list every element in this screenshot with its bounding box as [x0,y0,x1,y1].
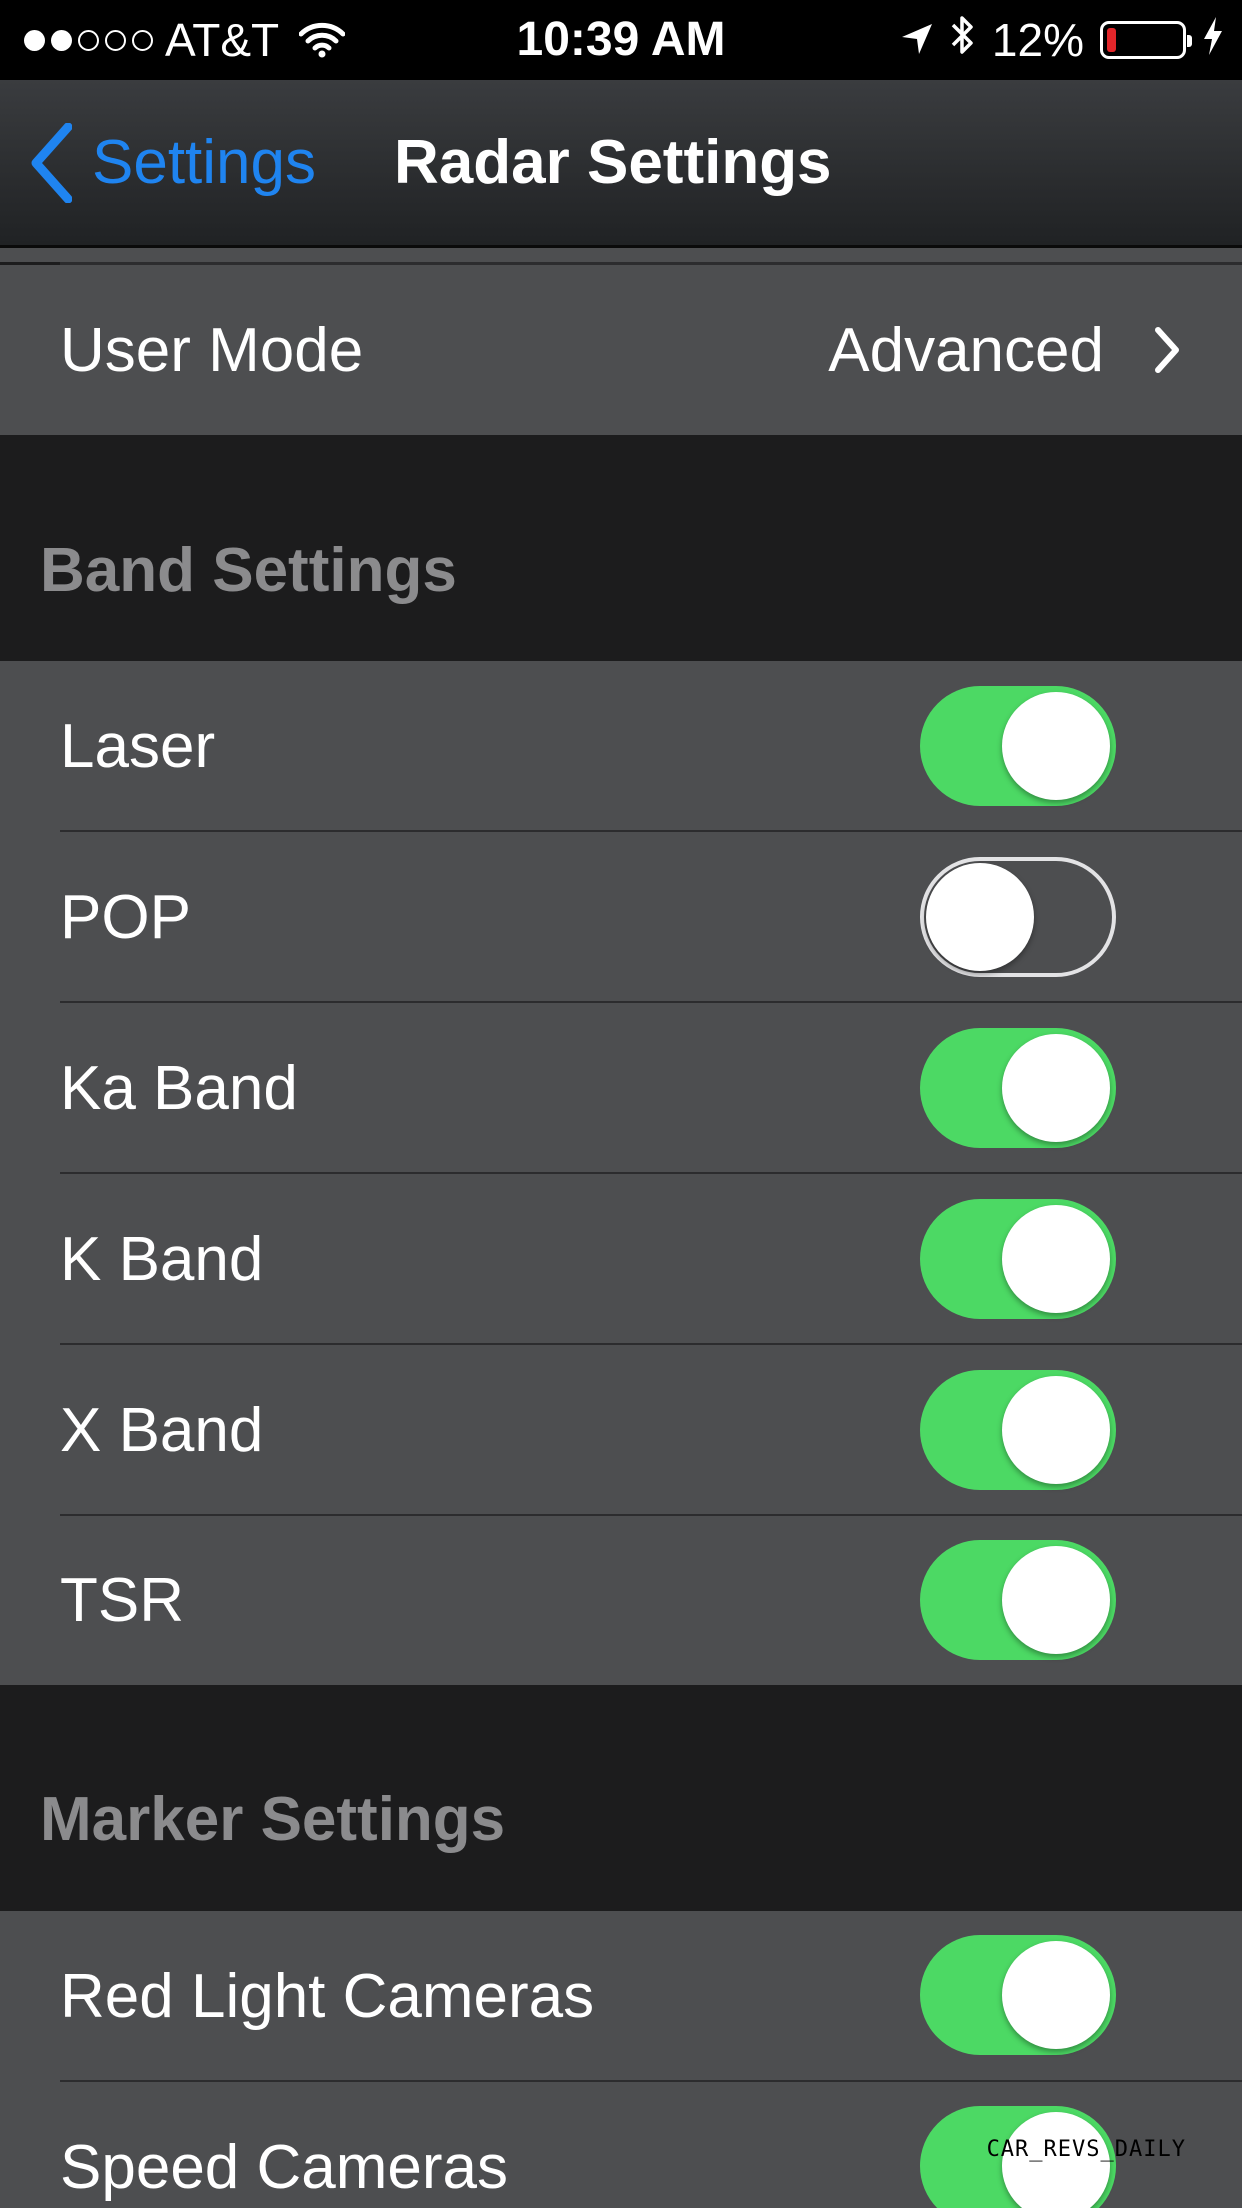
ka-band-toggle[interactable] [920,1028,1116,1148]
band-settings-header: Band Settings [40,536,457,605]
row-label: TSR [60,1566,184,1635]
battery-percent: 12% [991,14,1084,66]
red-light-cameras-toggle[interactable] [920,1935,1116,2055]
row-label: Red Light Cameras [60,1962,595,2031]
row-label: K Band [60,1225,264,1294]
navigation-bar: Settings Radar Settings [0,80,1242,248]
row-label: X Band [60,1396,264,1465]
status-right: 12% [900,0,1224,80]
bluetooth-icon [950,13,976,68]
toggle-row-tsr: TSR [0,1516,1242,1685]
toggle-knob [926,863,1034,971]
toggle-row-laser: Laser [0,661,1242,832]
toggle-row-ka-band: Ka Band [0,1003,1242,1174]
marker-settings-header: Marker Settings [40,1785,506,1854]
watermark-text: CAR_REVS_DAILY [986,2137,1186,2162]
toggle-row-x-band: X Band [0,1345,1242,1516]
laser-toggle[interactable] [920,686,1116,806]
user-mode-row[interactable]: User Mode Advanced [0,265,1242,435]
location-arrow-icon [900,13,934,67]
back-label: Settings [92,128,317,197]
toggle-knob [1002,1376,1110,1484]
toggle-row-pop: POP [0,832,1242,1003]
toggle-knob [1002,1034,1110,1142]
battery-icon [1100,21,1192,59]
toggle-knob [1002,1205,1110,1313]
x-band-toggle[interactable] [920,1370,1116,1490]
row-label: Ka Band [60,1054,298,1123]
k-band-toggle[interactable] [920,1199,1116,1319]
chevron-left-icon [31,122,72,203]
toggle-row-red-light-cameras: Red Light Cameras [0,1911,1242,2082]
battery-tip [1187,35,1192,47]
status-bar: AT&T 10:39 AM 12% [0,0,1242,80]
row-label: POP [60,883,191,952]
previous-cell-fragment [0,248,1242,262]
toggle-row-k-band: K Band [0,1174,1242,1345]
toggle-knob [1002,692,1110,800]
pop-toggle[interactable] [920,857,1116,977]
page-title: Radar Settings [394,128,832,197]
toggle-knob [1002,1546,1110,1654]
charging-bolt-icon [1202,13,1224,67]
toggle-knob [1002,1941,1110,2049]
row-label: Speed Cameras [60,2133,509,2202]
user-mode-label: User Mode [60,315,364,385]
back-button[interactable]: Settings [30,80,316,245]
row-label: Laser [60,712,216,781]
battery-level [1107,28,1116,52]
tsr-toggle[interactable] [920,1540,1116,1660]
chevron-right-icon [1152,265,1182,435]
user-mode-value: Advanced [828,315,1104,385]
